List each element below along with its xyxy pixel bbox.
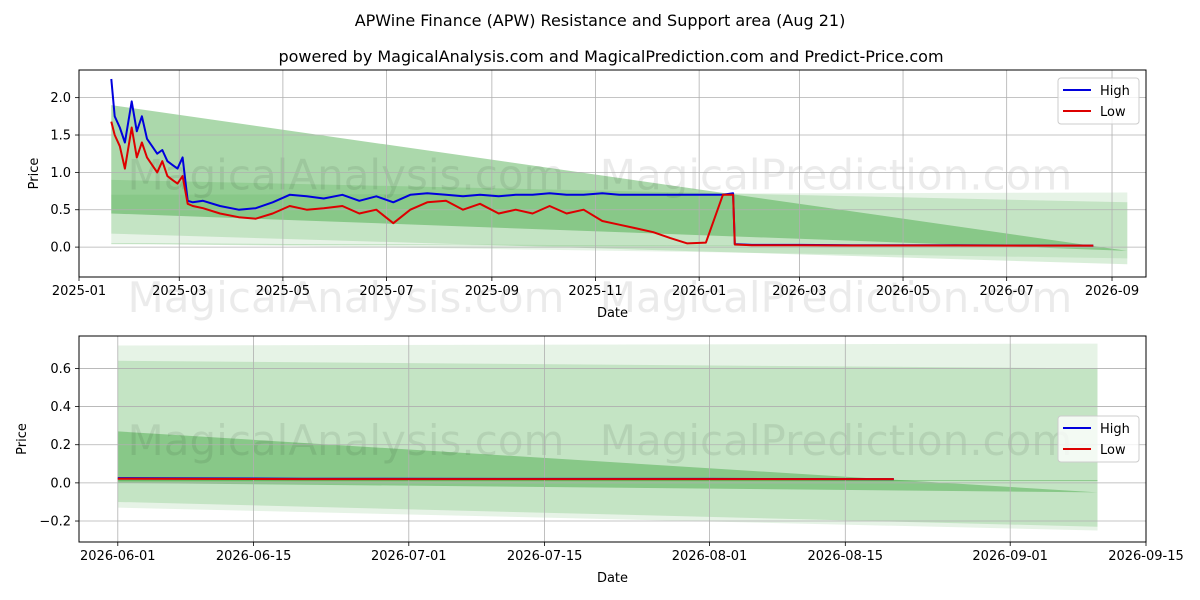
x-tick-label: 2026-09 <box>1085 284 1139 299</box>
legend-label-low: Low <box>1100 105 1126 120</box>
chart-canvas: APWine Finance (APW) Resistance and Supp… <box>15 11 1184 586</box>
x-tick-label: 2026-06-15 <box>216 549 292 564</box>
x-tick-label: 2026-08-01 <box>672 549 748 564</box>
chart-subtitle: powered by MagicalAnalysis.com and Magic… <box>278 47 943 66</box>
y-tick-label: 0.0 <box>50 241 71 256</box>
x-tick-label: 2025-01 <box>52 284 106 299</box>
y-tick-label: 0.5 <box>50 203 71 218</box>
x-tick-label: 2026-09-01 <box>972 549 1048 564</box>
watermark: MagicalPrediction.com <box>600 416 1073 465</box>
series-group <box>117 477 894 481</box>
x-axis-label: Date <box>597 571 628 586</box>
x-tick-label: 2026-09-15 <box>1108 549 1184 564</box>
support-resistance-band <box>117 480 1098 481</box>
y-tick-label: 1.5 <box>50 129 71 144</box>
y-tick-label: 2.0 <box>50 91 71 106</box>
legend-label-high: High <box>1100 84 1130 99</box>
watermark: MagicalAnalysis.com <box>128 416 565 465</box>
x-tick-label: 2026-07-01 <box>371 549 447 564</box>
watermark: MagicalPrediction.com <box>600 151 1073 200</box>
y-tick-label: 0.2 <box>50 438 71 453</box>
legend: High Low <box>1057 415 1140 463</box>
x-tick-label: 2026-07-15 <box>507 549 583 564</box>
x-tick-label: 2026-08-15 <box>808 549 884 564</box>
y-tick-label: 1.0 <box>50 166 71 181</box>
legend-label-high: High <box>1100 422 1130 437</box>
y-tick-label: −0.2 <box>39 515 71 530</box>
watermark: MagicalAnalysis.com <box>128 273 565 322</box>
x-tick-label: 2026-06-01 <box>80 549 156 564</box>
y-axis-label: Price <box>15 423 30 455</box>
chart-panel-2: MagicalAnalysis.com MagicalPrediction.com… <box>15 335 1184 586</box>
legend-label-low: Low <box>1100 443 1126 458</box>
chart-title: APWine Finance (APW) Resistance and Supp… <box>355 11 846 30</box>
y-tick-label: 0.0 <box>50 476 71 491</box>
y-tick-label: 0.6 <box>50 362 71 377</box>
watermark: MagicalAnalysis.com <box>128 151 565 200</box>
legend: High Low <box>1057 77 1140 125</box>
y-axis-label: Price <box>27 158 42 190</box>
watermark: MagicalPrediction.com <box>600 273 1073 322</box>
y-tick-label: 0.4 <box>50 400 71 415</box>
